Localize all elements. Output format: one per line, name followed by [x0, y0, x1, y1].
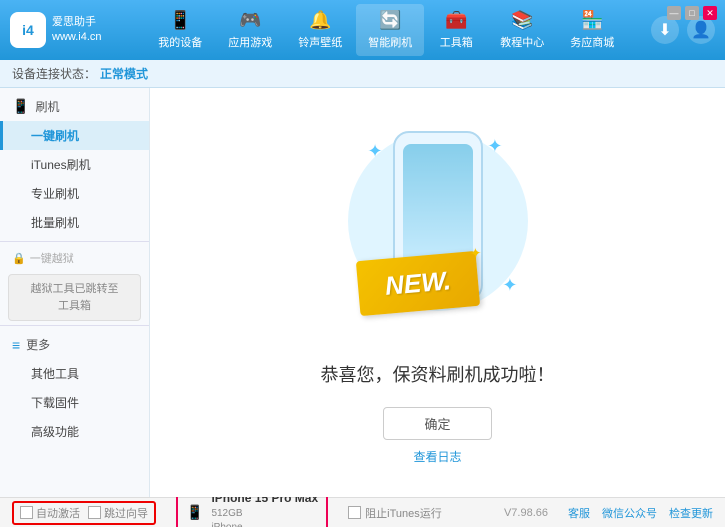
- flash-section-label: 刷机: [35, 98, 59, 115]
- nav-ringtones-label: 铃声壁纸: [298, 34, 342, 50]
- itunes-checkbox[interactable]: [348, 506, 361, 519]
- sidebar: 📱 刷机 一键刷机 iTunes刷机 专业刷机 批量刷机: [0, 88, 150, 497]
- tutorial-icon: 📚: [511, 10, 533, 31]
- footer-link-wechat[interactable]: 微信公众号: [602, 505, 657, 521]
- device-type: iPhone: [211, 521, 318, 527]
- lock-icon: 🔒: [12, 252, 26, 265]
- footer-link-update[interactable]: 检查更新: [669, 505, 713, 521]
- sparkle-icon-1: ✦: [368, 141, 383, 162]
- sidebar-item-advanced[interactable]: 高级功能: [0, 417, 149, 446]
- footer: 自动激活 跳过向导 📱 iPhone 15 Pro Max 512GB iPho…: [0, 497, 725, 527]
- nav-service[interactable]: 🏪 务应商城: [558, 4, 626, 56]
- toolbox-icon: 🧰: [445, 10, 467, 31]
- sidebar-divider-2: [0, 325, 149, 326]
- nav-service-label: 务应商城: [570, 34, 614, 50]
- footer-link-service[interactable]: 客服: [568, 505, 590, 521]
- ringtone-icon: 🔔: [309, 10, 331, 31]
- sidebar-item-download-firmware[interactable]: 下载固件: [0, 388, 149, 417]
- sparkle-icon-2: ✦: [487, 136, 502, 157]
- content-area: ✦ ✦ ✦ NEW. ✦ 恭喜您，保资料刷机成功啦！ 确定 查看日志: [150, 88, 725, 497]
- header: i4 爱思助手 www.i4.cn 📱 我的设备 🎮 应用游戏 🔔 铃声壁纸 🔄: [0, 0, 725, 60]
- minimize-button[interactable]: —: [667, 6, 681, 20]
- success-message: 恭喜您，保资料刷机成功啦！: [321, 361, 555, 387]
- auto-activate-option[interactable]: 自动激活: [20, 505, 80, 521]
- new-ribbon: NEW. ✦: [355, 250, 479, 315]
- nav-apps-label: 应用游戏: [228, 34, 272, 50]
- breadcrumb-prefix: 设备连接状态：: [12, 65, 96, 82]
- apps-icon: 🎮: [239, 10, 261, 31]
- more-section-icon: ≡: [12, 337, 20, 353]
- nav-my-device[interactable]: 📱 我的设备: [146, 4, 214, 56]
- nav-toolbox-label: 工具箱: [440, 34, 473, 50]
- header-right: ⬇ 👤: [651, 16, 715, 44]
- nav-apps-games[interactable]: 🎮 应用游戏: [216, 4, 284, 56]
- logo-icon: i4: [10, 12, 46, 48]
- nav-tutorial-label: 教程中心: [500, 34, 544, 50]
- nav-toolbox[interactable]: 🧰 工具箱: [426, 4, 486, 56]
- flash-section-icon: 📱: [12, 98, 29, 115]
- footer-options-box: 自动激活 跳过向导: [12, 501, 156, 525]
- skip-guide-label: 跳过向导: [104, 505, 148, 521]
- confirm-button[interactable]: 确定: [383, 407, 491, 440]
- user-button[interactable]: 👤: [687, 16, 715, 44]
- nav-tutorial[interactable]: 📚 教程中心: [488, 4, 556, 56]
- sidebar-jailbreak-notice: 越狱工具已跳转至工具箱: [8, 274, 141, 321]
- breadcrumb: 设备连接状态： 正常模式: [0, 60, 725, 88]
- sidebar-item-pro-flash[interactable]: 专业刷机: [0, 179, 149, 208]
- breadcrumb-mode: 正常模式: [100, 65, 148, 82]
- window-controls: — □ ✕: [667, 6, 717, 20]
- nav-smart-flash-label: 智能刷机: [368, 34, 412, 50]
- phone-illustration: ✦ ✦ ✦ NEW. ✦: [338, 121, 538, 341]
- version-label: V7.98.66: [504, 507, 548, 519]
- sidebar-jailbreak-title: 🔒 一键越狱: [0, 246, 149, 270]
- service-icon: 🏪: [581, 10, 603, 31]
- sidebar-section-flash: 📱 刷机 一键刷机 iTunes刷机 专业刷机 批量刷机: [0, 92, 149, 237]
- close-button[interactable]: ✕: [703, 6, 717, 20]
- sidebar-item-other-tools[interactable]: 其他工具: [0, 359, 149, 388]
- nav-my-device-label: 我的设备: [158, 34, 202, 50]
- auto-activate-label: 自动激活: [36, 505, 80, 521]
- device-icon: 📱: [169, 10, 191, 31]
- itunes-block: 阻止iTunes运行: [348, 505, 442, 521]
- flash-icon: 🔄: [379, 10, 401, 31]
- view-log-button[interactable]: 查看日志: [413, 448, 461, 465]
- nav-ringtones[interactable]: 🔔 铃声壁纸: [286, 4, 354, 56]
- footer-links: 客服 微信公众号 检查更新: [568, 505, 713, 521]
- sidebar-divider-1: [0, 241, 149, 242]
- sidebar-item-one-key-flash[interactable]: 一键刷机: [0, 121, 149, 150]
- logo-text: 爱思助手 www.i4.cn: [52, 15, 102, 46]
- sparkle-icon-3: ✦: [502, 275, 517, 296]
- ribbon-stars-icon: ✦: [469, 244, 482, 262]
- nav-bar: 📱 我的设备 🎮 应用游戏 🔔 铃声壁纸 🔄 智能刷机 🧰 工具箱 📚: [122, 4, 651, 56]
- main-layout: 📱 刷机 一键刷机 iTunes刷机 专业刷机 批量刷机: [0, 88, 725, 497]
- sidebar-flash-title[interactable]: 📱 刷机: [0, 92, 149, 121]
- more-section-label: 更多: [26, 336, 50, 353]
- logo: i4 爱思助手 www.i4.cn: [10, 12, 102, 48]
- auto-activate-checkbox[interactable]: [20, 506, 33, 519]
- download-button[interactable]: ⬇: [651, 16, 679, 44]
- sidebar-item-itunes-flash[interactable]: iTunes刷机: [0, 150, 149, 179]
- nav-smart-flash[interactable]: 🔄 智能刷机: [356, 4, 424, 56]
- skip-guide-checkbox[interactable]: [88, 506, 101, 519]
- sidebar-more-title[interactable]: ≡ 更多: [0, 330, 149, 359]
- maximize-button[interactable]: □: [685, 6, 699, 20]
- device-phone-icon: 📱: [186, 504, 203, 521]
- sidebar-item-batch-flash[interactable]: 批量刷机: [0, 208, 149, 237]
- sidebar-section-more: ≡ 更多 其他工具 下载固件 高级功能: [0, 330, 149, 446]
- sidebar-section-jailbreak: 🔒 一键越狱 越狱工具已跳转至工具箱: [0, 246, 149, 321]
- itunes-label: 阻止iTunes运行: [365, 505, 442, 521]
- device-storage: 512GB: [211, 507, 318, 521]
- skip-guide-option[interactable]: 跳过向导: [88, 505, 148, 521]
- ribbon-text: NEW.: [383, 265, 451, 302]
- logo-abbr: i4: [22, 22, 34, 38]
